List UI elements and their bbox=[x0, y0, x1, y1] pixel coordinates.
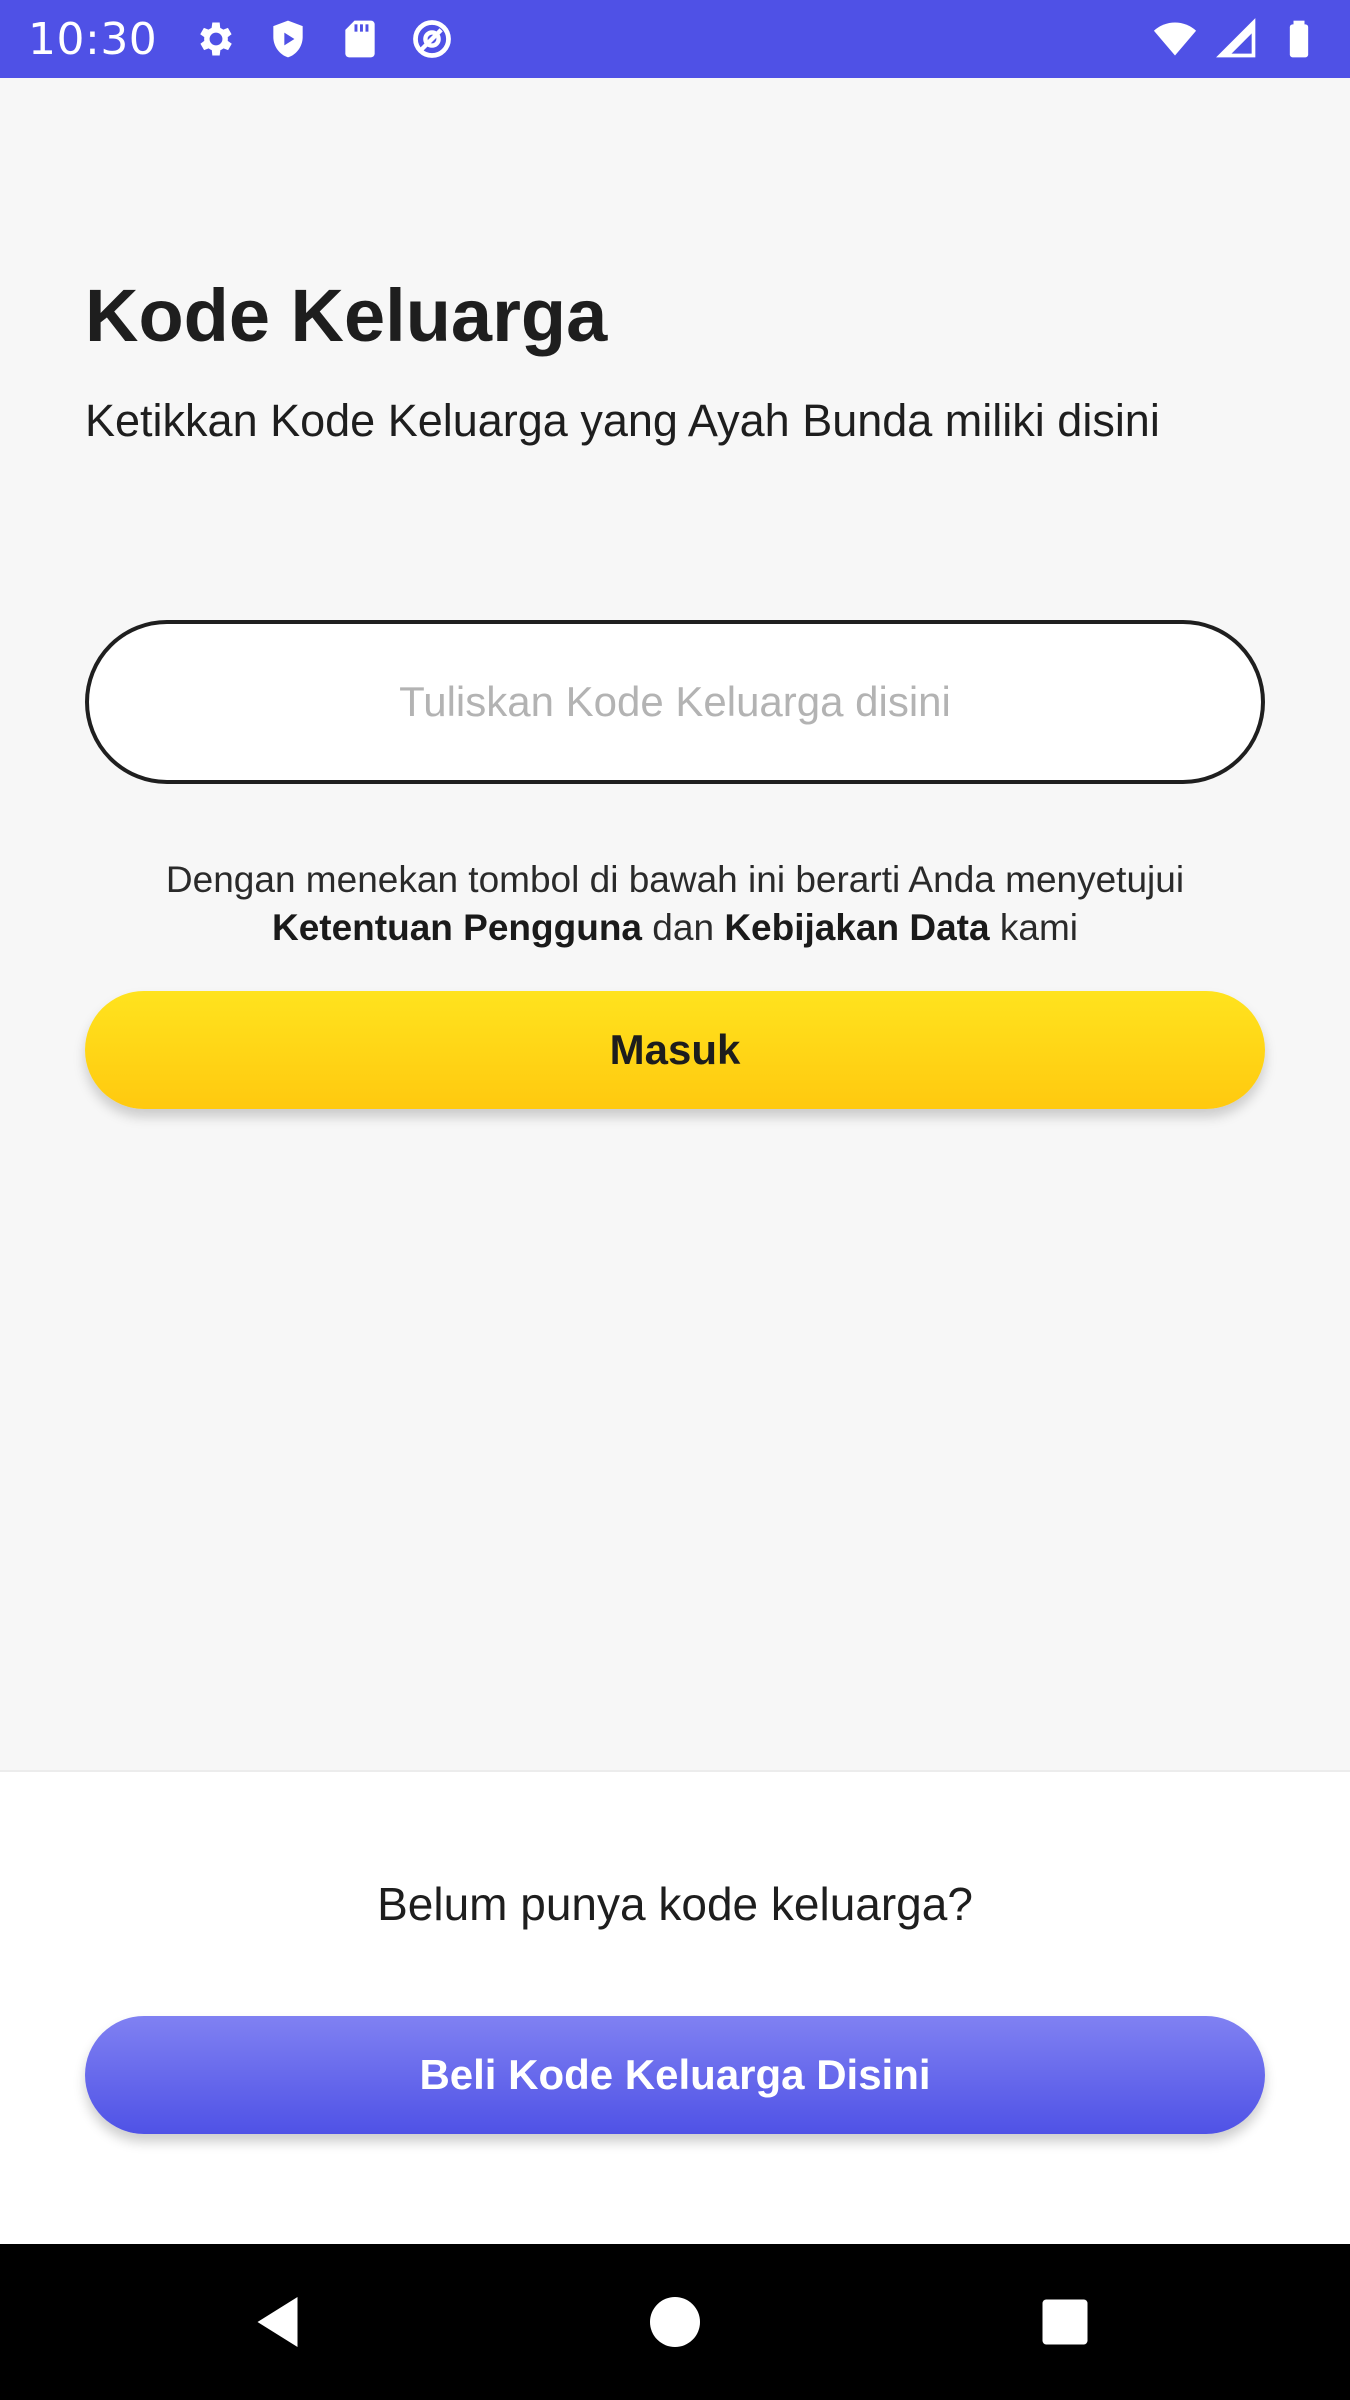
family-code-input[interactable] bbox=[89, 624, 1261, 780]
navigation-bar bbox=[0, 2244, 1350, 2400]
code-input-container bbox=[85, 620, 1265, 784]
terms-prefix: Dengan menekan tombol di bawah ini berar… bbox=[165, 859, 1185, 900]
status-icons-left bbox=[193, 16, 455, 62]
status-time: 10:30 bbox=[28, 13, 158, 65]
battery-icon bbox=[1276, 16, 1322, 62]
bottom-panel: Belum punya kode keluarga? Beli Kode Kel… bbox=[0, 1770, 1350, 2244]
home-icon[interactable] bbox=[595, 2244, 755, 2400]
status-bar: 10:30 bbox=[0, 0, 1350, 78]
status-icons-right bbox=[1152, 16, 1322, 62]
terms-text: Dengan menekan tombol di bawah ini berar… bbox=[85, 856, 1265, 952]
terms-of-use-link[interactable]: Ketentuan Pengguna bbox=[272, 907, 642, 948]
page-subtitle: Ketikkan Kode Keluarga yang Ayah Bunda m… bbox=[85, 395, 1160, 446]
terms-middle: dan bbox=[642, 907, 725, 948]
recents-icon[interactable] bbox=[985, 2244, 1145, 2400]
at-sign-icon bbox=[409, 16, 455, 62]
login-button[interactable]: Masuk bbox=[85, 991, 1265, 1109]
buy-code-button[interactable]: Beli Kode Keluarga Disini bbox=[85, 2016, 1265, 2134]
page-title: Kode Keluarga bbox=[85, 274, 608, 357]
no-code-question: Belum punya kode keluarga? bbox=[377, 1878, 973, 1930]
sd-card-icon bbox=[337, 16, 383, 62]
main-content: Kode Keluarga Ketikkan Kode Keluarga yan… bbox=[0, 78, 1350, 1770]
shield-play-icon bbox=[265, 16, 311, 62]
back-icon[interactable] bbox=[200, 2244, 360, 2400]
signal-icon bbox=[1214, 16, 1260, 62]
settings-icon bbox=[193, 16, 239, 62]
data-policy-link[interactable]: Kebijakan Data bbox=[724, 907, 989, 948]
terms-suffix: kami bbox=[989, 907, 1078, 948]
wifi-icon bbox=[1152, 16, 1198, 62]
